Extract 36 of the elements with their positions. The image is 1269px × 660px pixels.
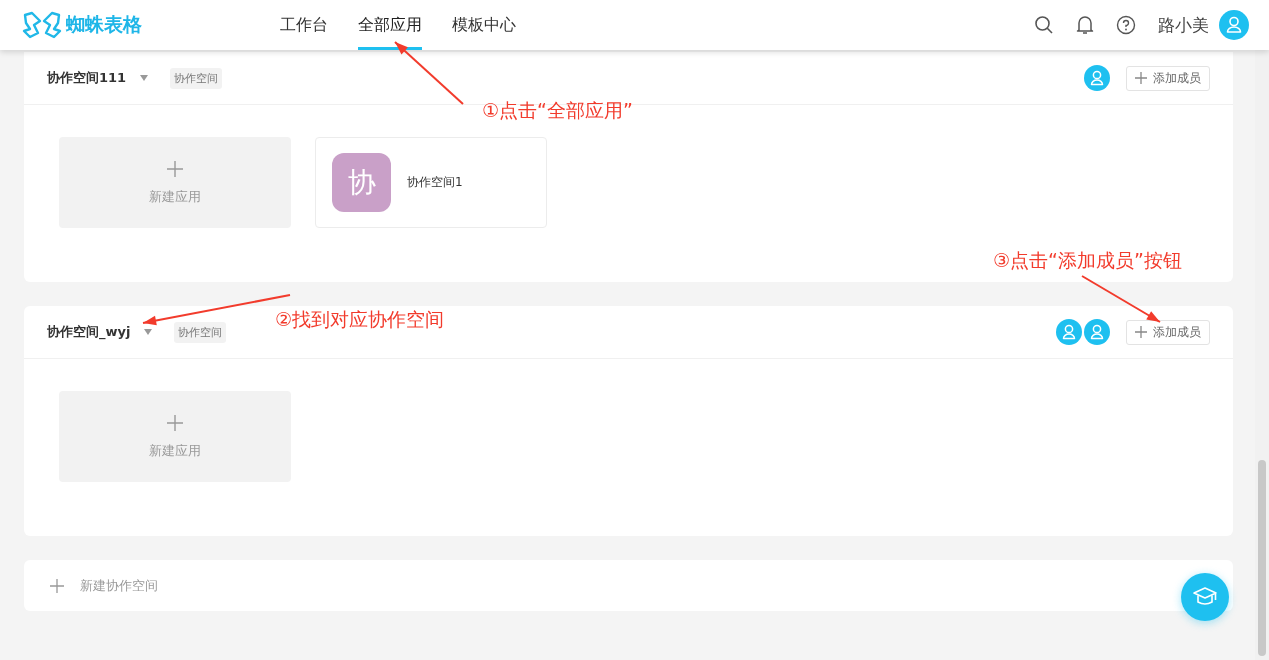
annotation-arrow bbox=[394, 41, 464, 105]
annotation-text: ②找到对应协作空间 bbox=[275, 307, 445, 332]
plus-icon bbox=[1135, 326, 1147, 338]
dropdown-caret-icon[interactable] bbox=[140, 75, 149, 81]
search-icon[interactable] bbox=[1034, 15, 1054, 35]
brand-name: 蜘蛛表格 bbox=[66, 12, 142, 37]
new-app-label: 新建应用 bbox=[149, 441, 201, 460]
plus-icon bbox=[50, 578, 64, 593]
member-avatar-icon[interactable] bbox=[1084, 65, 1110, 91]
app-icon: 协 bbox=[332, 153, 391, 212]
user-name[interactable]: 路小美 bbox=[1158, 13, 1209, 37]
plus-icon bbox=[1135, 72, 1147, 84]
space-tag: 协作空间 bbox=[170, 67, 223, 89]
space-tag: 协作空间 bbox=[174, 321, 227, 343]
dropdown-caret-icon[interactable] bbox=[144, 329, 153, 335]
bell-icon[interactable] bbox=[1076, 15, 1094, 35]
new-space-label: 新建协作空间 bbox=[80, 576, 158, 595]
member-avatar-icon[interactable] bbox=[1084, 319, 1110, 345]
space-name[interactable]: 协作空间111 bbox=[47, 69, 127, 87]
plus-icon bbox=[166, 159, 184, 178]
annotation-text: ③点击“添加成员”按钮 bbox=[993, 248, 1182, 273]
app-name: 协作空间1 bbox=[407, 174, 463, 191]
spider-logo-icon bbox=[22, 11, 62, 39]
help-icon[interactable] bbox=[1116, 15, 1136, 35]
plus-icon bbox=[166, 413, 184, 432]
graduation-cap-icon bbox=[1192, 586, 1218, 608]
member-avatar-icon[interactable] bbox=[1056, 319, 1082, 345]
avatar-icon[interactable] bbox=[1219, 10, 1249, 40]
nav-tab[interactable]: 模板中心 bbox=[452, 0, 516, 50]
annotation-text: ①点击“全部应用” bbox=[482, 98, 633, 123]
new-app-label: 新建应用 bbox=[149, 187, 201, 206]
add-member-button[interactable]: 添加成员 bbox=[1126, 65, 1210, 91]
nav-tab[interactable]: 工作台 bbox=[280, 0, 328, 50]
app-tile[interactable]: 协 协作空间1 bbox=[315, 137, 547, 228]
add-member-button[interactable]: 添加成员 bbox=[1126, 319, 1210, 345]
space-name[interactable]: 协作空间_wyj bbox=[47, 323, 131, 341]
